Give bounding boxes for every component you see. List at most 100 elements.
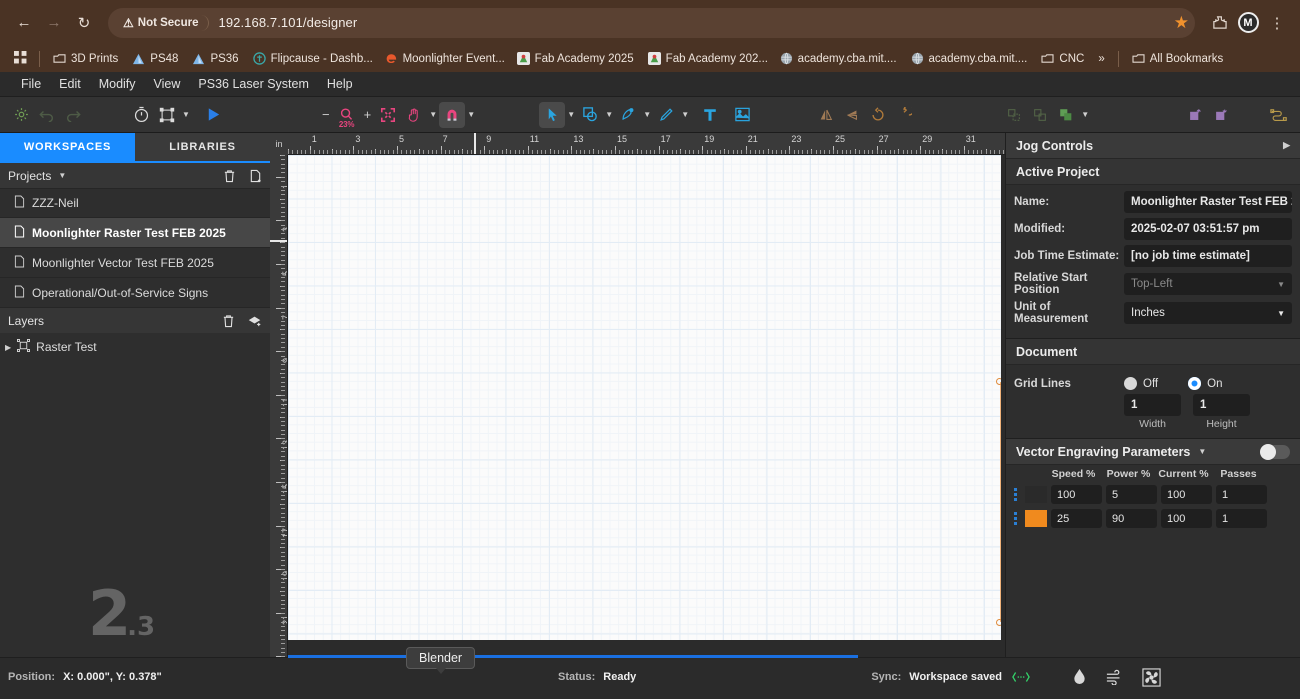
bookmark-ps36[interactable]: PS36 xyxy=(186,50,244,68)
zoom-in-icon[interactable]: + xyxy=(360,107,376,122)
canvas-area[interactable]: Raster Engraving - 500 DPI PS36 - 1/8 BA… xyxy=(270,133,1005,657)
pencil-dropdown-caret[interactable]: ▼ xyxy=(679,103,691,127)
bookmark-fab-academy-202[interactable]: Fab Academy 202... xyxy=(642,49,772,68)
project-item-operational-signs[interactable]: Operational/Out-of-Service Signs xyxy=(0,278,270,308)
project-name-value[interactable]: Moonlighter Raster Test FEB 2025 xyxy=(1124,191,1292,213)
profile-avatar[interactable]: M xyxy=(1235,10,1261,36)
distribute-icon[interactable] xyxy=(1027,102,1053,128)
document-height-field[interactable]: 1 Height xyxy=(1193,394,1250,430)
jog-controls-header[interactable]: Jog Controls ▶ xyxy=(1006,133,1300,159)
current-input[interactable]: 100 xyxy=(1161,509,1212,528)
horizontal-scrollbar[interactable] xyxy=(288,655,858,658)
artboard-icon[interactable] xyxy=(154,102,180,128)
vector-params-toggle[interactable] xyxy=(1260,443,1290,460)
project-item-vector-test[interactable]: Moonlighter Vector Test FEB 2025 xyxy=(0,248,270,278)
tab-libraries[interactable]: LIBRARIES xyxy=(135,133,270,161)
back-arrow-icon[interactable]: ← xyxy=(10,9,38,37)
grid-lines-off-radio[interactable]: Off xyxy=(1124,377,1158,390)
layer-item-raster-test[interactable]: ▶ Raster Test xyxy=(0,333,270,361)
forward-arrow-icon[interactable]: → xyxy=(40,9,68,37)
select-arrow-icon[interactable] xyxy=(539,101,566,128)
vector-param-row[interactable]: 100 5 100 1 xyxy=(1014,485,1292,504)
text-tool-icon[interactable] xyxy=(697,102,723,128)
rotate-cw-icon[interactable] xyxy=(891,102,917,128)
current-input[interactable]: 100 xyxy=(1161,485,1212,504)
bookmark-academy-cba-1[interactable]: academy.cba.mit.... xyxy=(774,49,903,68)
vertical-ruler[interactable]: 1357911131517192123 xyxy=(270,133,288,657)
bookmark-cnc[interactable]: CNC xyxy=(1035,50,1090,68)
timer-icon[interactable] xyxy=(128,102,154,128)
project-item-zzz-neil[interactable]: ZZZ-Neil xyxy=(0,188,270,218)
flip-horizontal-icon[interactable] xyxy=(813,102,839,128)
reload-icon[interactable]: ↻ xyxy=(70,9,98,37)
bookmark-3d-prints[interactable]: 3D Prints xyxy=(47,50,124,68)
select-dropdown-caret[interactable]: ▼ xyxy=(565,103,577,127)
snap-dropdown-caret[interactable]: ▼ xyxy=(465,103,477,127)
speed-input[interactable]: 100 xyxy=(1051,485,1102,504)
new-document-icon[interactable] xyxy=(249,169,262,183)
grid-lines-on-radio[interactable]: On xyxy=(1188,377,1222,390)
kebab-menu-icon[interactable]: ⋮ xyxy=(1264,10,1290,36)
bookmark-star-icon[interactable]: ★ xyxy=(1174,13,1189,33)
all-bookmarks-button[interactable]: All Bookmarks xyxy=(1126,50,1230,68)
air-flow-icon[interactable] xyxy=(1104,666,1126,688)
run-play-icon[interactable] xyxy=(200,102,226,128)
water-drop-icon[interactable] xyxy=(1068,666,1090,688)
triangle-right-icon[interactable]: ▶ xyxy=(5,343,11,352)
horizontal-ruler[interactable]: 13579111315171921232527293133 xyxy=(270,133,1005,155)
send-back-icon[interactable] xyxy=(1209,102,1235,128)
image-tool-icon[interactable] xyxy=(729,102,755,128)
height-value[interactable]: 1 xyxy=(1193,394,1250,416)
bookmarks-overflow-button[interactable]: » xyxy=(1092,50,1110,68)
align-icon[interactable] xyxy=(1001,102,1027,128)
project-item-raster-test[interactable]: Moonlighter Raster Test FEB 2025 xyxy=(0,218,270,248)
zoom-out-icon[interactable]: − xyxy=(318,107,334,122)
extensions-icon[interactable] xyxy=(1206,10,1232,36)
power-input[interactable]: 90 xyxy=(1106,509,1157,528)
unit-of-measurement-select[interactable]: Inches ▼ xyxy=(1124,302,1292,324)
undo-icon[interactable] xyxy=(34,102,60,128)
tab-workspaces[interactable]: WORKSPACES xyxy=(0,133,135,161)
power-input[interactable]: 5 xyxy=(1106,485,1157,504)
color-swatch[interactable] xyxy=(1025,486,1047,503)
pencil-icon[interactable] xyxy=(653,102,679,128)
pan-hand-icon[interactable] xyxy=(401,102,427,128)
color-swatch[interactable] xyxy=(1025,510,1047,527)
artboard-dropdown-caret[interactable]: ▼ xyxy=(180,103,192,127)
canvas-paper[interactable]: Raster Engraving - 500 DPI PS36 - 1/8 BA… xyxy=(288,155,1001,640)
settings-gear-icon[interactable] xyxy=(8,102,34,128)
handle-tl[interactable] xyxy=(996,378,1001,385)
rotate-ccw-icon[interactable] xyxy=(865,102,891,128)
passes-input[interactable]: 1 xyxy=(1216,485,1267,504)
shape-icon[interactable] xyxy=(577,102,603,128)
not-secure-badge[interactable]: ⚠ Not Secure xyxy=(118,14,210,31)
bookmark-academy-cba-2[interactable]: academy.cba.mit.... xyxy=(905,49,1034,68)
bring-front-icon[interactable] xyxy=(1183,102,1209,128)
chevron-down-icon[interactable]: ▼ xyxy=(1198,447,1206,456)
redo-icon[interactable] xyxy=(60,102,86,128)
relative-start-position-select[interactable]: Top-Left ▼ xyxy=(1124,273,1292,295)
document-width-field[interactable]: 1 Width xyxy=(1124,394,1181,430)
chevron-down-icon[interactable]: ▼ xyxy=(58,171,66,180)
zoom-level-icon[interactable]: 23% xyxy=(334,102,360,129)
fit-screen-icon[interactable] xyxy=(375,102,401,128)
apps-grid-icon[interactable] xyxy=(9,48,32,70)
exhaust-fan-icon[interactable] xyxy=(1140,666,1162,688)
menu-help[interactable]: Help xyxy=(318,74,362,94)
bookmark-flipcause[interactable]: Flipcause - Dashb... xyxy=(247,49,377,68)
bookmark-ps48[interactable]: PS48 xyxy=(126,50,184,68)
pen-dropdown-caret[interactable]: ▼ xyxy=(641,103,653,127)
width-value[interactable]: 1 xyxy=(1124,394,1181,416)
magnet-snap-icon[interactable] xyxy=(439,101,466,128)
drag-grip-icon[interactable] xyxy=(1014,512,1021,525)
speed-input[interactable]: 25 xyxy=(1051,509,1102,528)
trash-icon[interactable] xyxy=(223,169,236,183)
triangle-right-icon[interactable]: ▶ xyxy=(1283,140,1290,151)
menu-modify[interactable]: Modify xyxy=(90,74,145,94)
ruler-unit-label[interactable]: in xyxy=(270,133,288,155)
trash-icon[interactable] xyxy=(222,314,235,328)
bookmark-fab-academy-2025[interactable]: Fab Academy 2025 xyxy=(511,49,640,68)
menu-ps36-laser-system[interactable]: PS36 Laser System xyxy=(189,74,317,94)
address-bar[interactable]: ⚠ Not Secure 192.168.7.101/designer ★ xyxy=(108,7,1195,38)
vector-param-row[interactable]: 25 90 100 1 xyxy=(1014,509,1292,528)
